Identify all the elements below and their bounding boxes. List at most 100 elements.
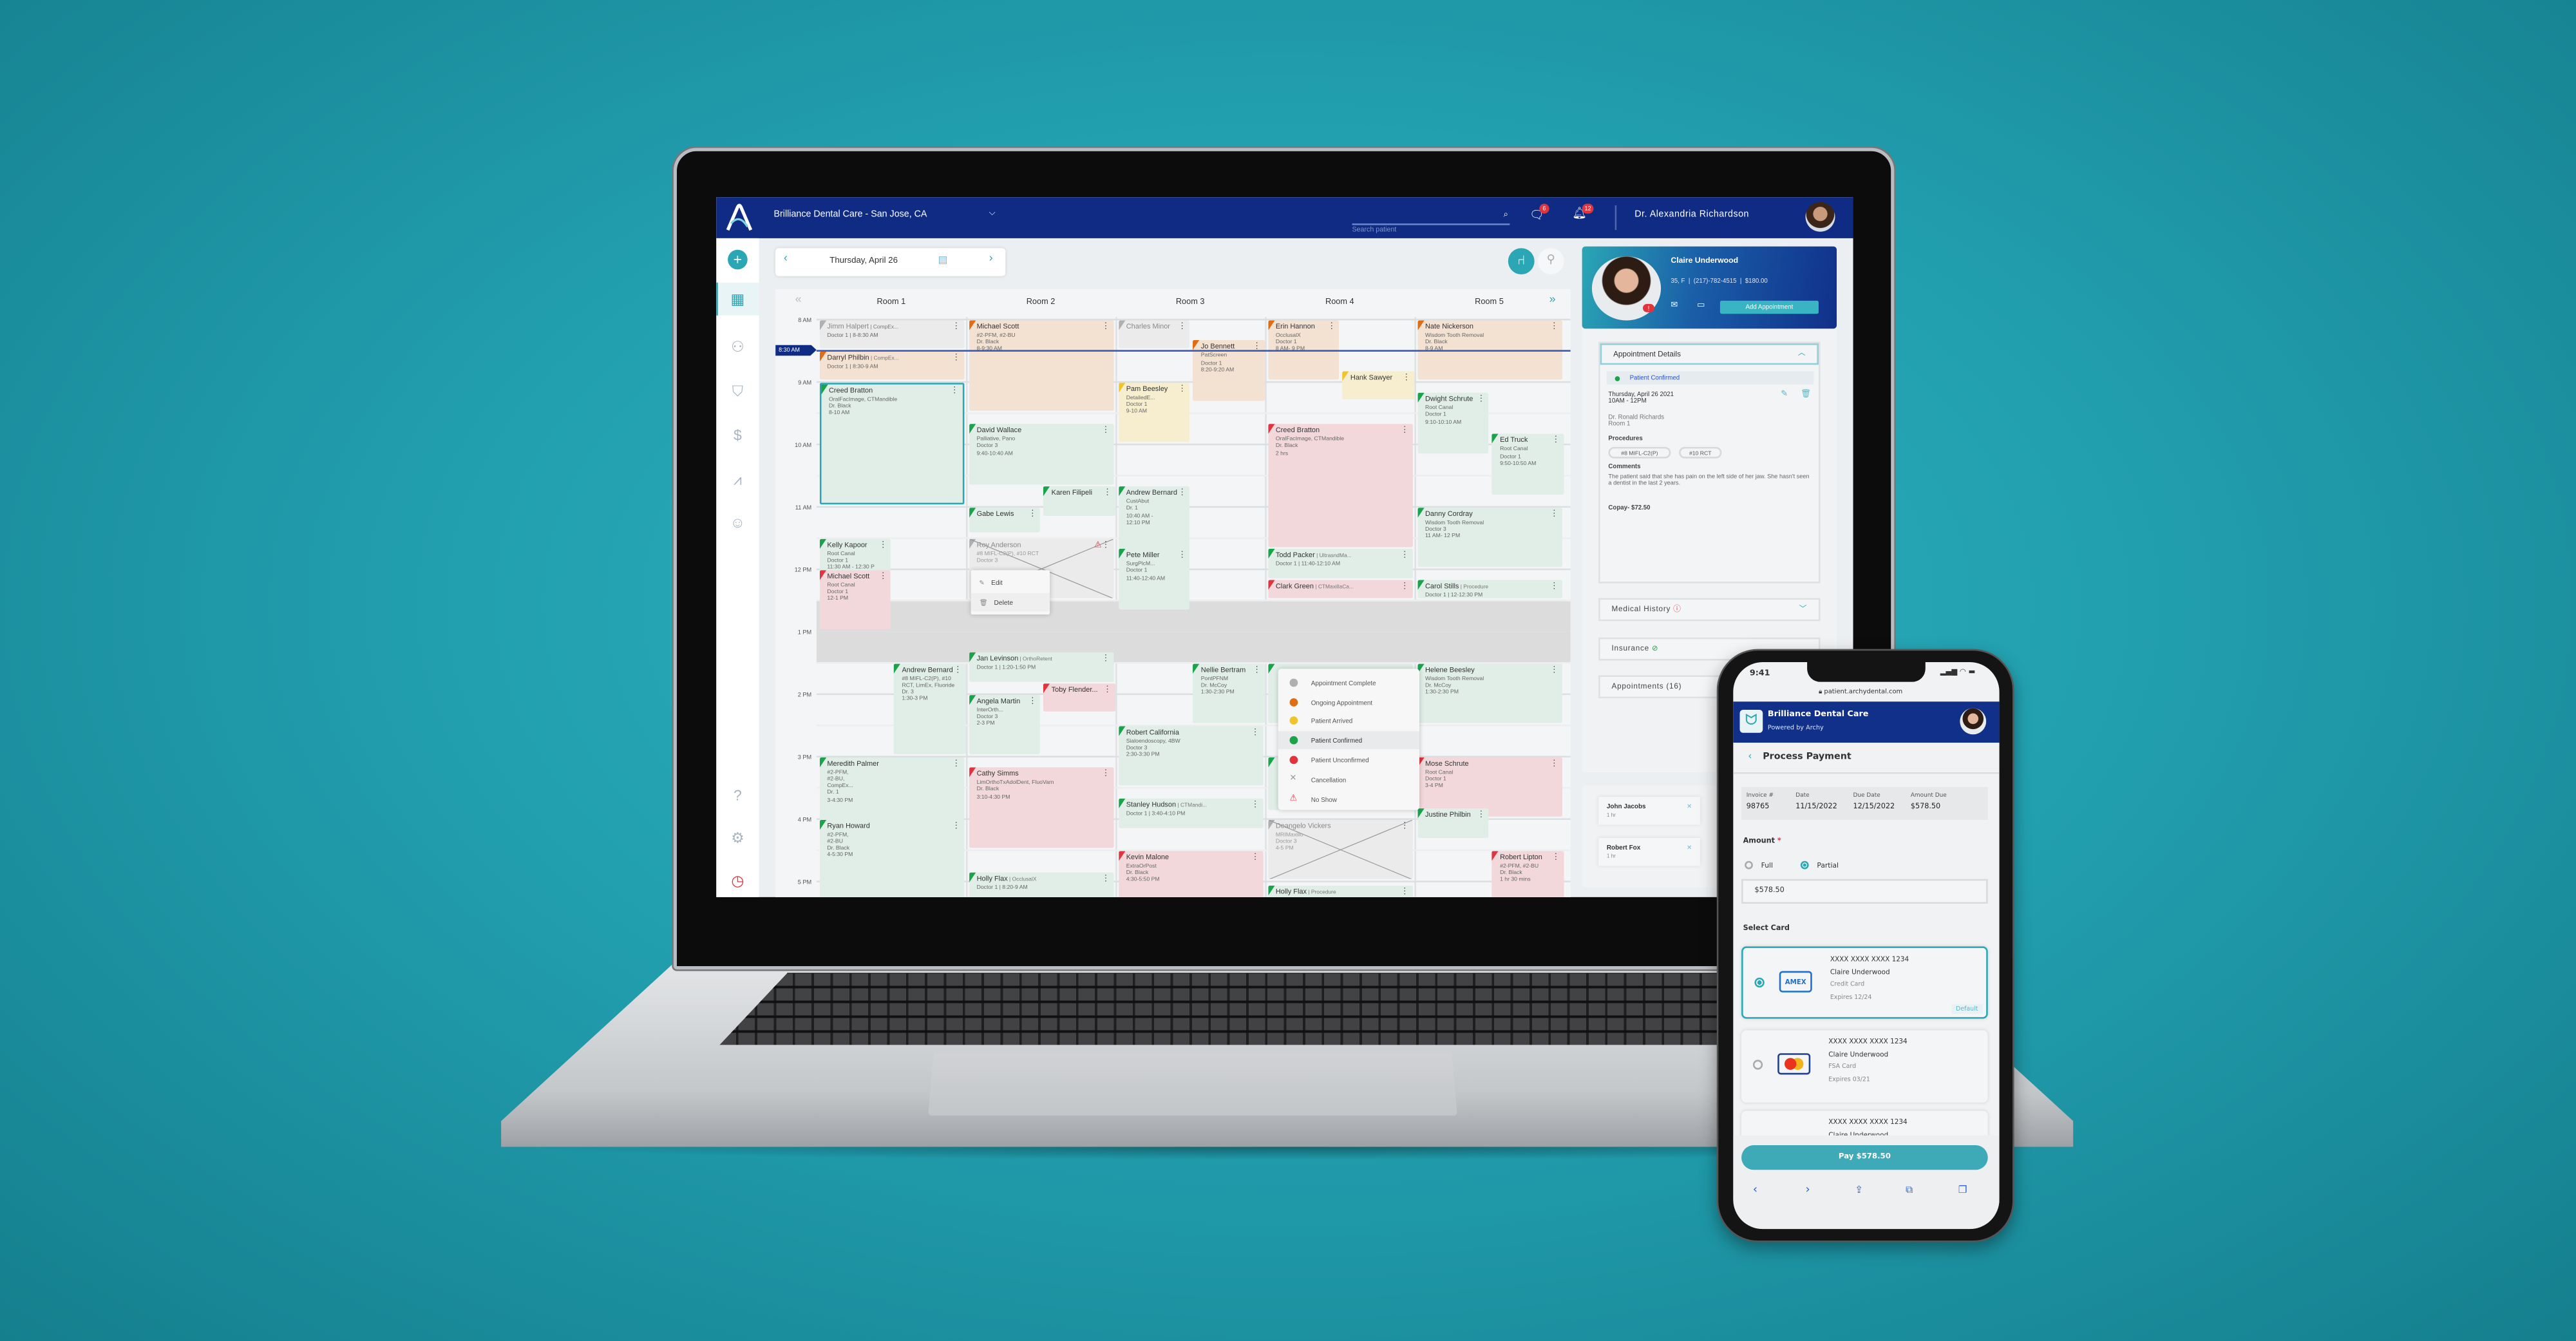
partial-radio[interactable]	[1800, 861, 1809, 870]
appointment-block[interactable]: Jimm Halpert | CompEx... ⋮ Doctor 1 | 8-8:…	[819, 319, 964, 349]
appointment-block[interactable]: Michael Scott ⋮ #2-PFM, #2-BU Dr. Black 8-9:…	[968, 319, 1113, 412]
shield-icon[interactable]: ⛉	[728, 381, 748, 401]
more-options-icon[interactable]: ⋮	[1251, 728, 1260, 737]
back-icon[interactable]: ‹	[1748, 751, 1752, 763]
more-options-icon[interactable]: ⋮	[1103, 490, 1112, 499]
more-options-icon[interactable]: ⋮	[1178, 551, 1186, 561]
more-options-icon[interactable]: ⋮	[1550, 759, 1558, 769]
patient-avatar[interactable]	[1960, 708, 1987, 735]
amount-input[interactable]: $578.50	[1741, 879, 1988, 904]
clock-icon[interactable]: ◷	[728, 871, 748, 891]
appointment-block[interactable]: Danny Cordray ⋮ Wisdom Tooth Removal Doctor…	[1417, 507, 1562, 567]
appointment-block[interactable]: Nellie Bertram ⋮ PontPFNM Dr. McCoy 1:30-2:3…	[1193, 663, 1264, 723]
more-options-icon[interactable]: ⋮	[1103, 687, 1112, 696]
appointment-details-header[interactable]: Appointment Details ︿	[1600, 343, 1819, 365]
add-appointment-button[interactable]: Add Appointment	[1719, 300, 1819, 314]
legend-item[interactable]: Patient Arrived	[1278, 712, 1419, 730]
appointment-block[interactable]: Ed Truck ⋮ Root Canal Doctor 1 9:50-10:50 AM	[1492, 434, 1564, 495]
appointment-block[interactable]: Creed Bratton ⋮ OralFacImage, CTMandible Dr…	[1267, 424, 1412, 547]
appointment-block[interactable]: Holly Flax | OcclusalX ⋮ Doctor 1 | 8:20-9…	[968, 872, 1113, 897]
appointment-block[interactable]: Darryl Philbin | CompEx... ⋮ Doctor 1 | 8:…	[819, 351, 964, 380]
appointment-block[interactable]: Robert California ⋮ Sialoendoscopy, 4BW Doc…	[1117, 726, 1263, 786]
bookmarks-icon[interactable]: ⧉	[1906, 1184, 1913, 1197]
more-options-icon[interactable]: ⋮	[952, 323, 960, 332]
more-options-icon[interactable]: ⋮	[1178, 323, 1186, 332]
more-options-icon[interactable]: ⋮	[1550, 323, 1558, 332]
help-icon[interactable]: ?	[728, 785, 748, 805]
chevron-up-icon[interactable]: ︿	[1798, 348, 1806, 358]
more-options-icon[interactable]: ⋮	[1251, 853, 1260, 862]
dental-chair-view-button[interactable]: ⑁	[1508, 248, 1535, 275]
more-options-icon[interactable]: ⋮	[1550, 583, 1558, 592]
waitlist-item[interactable]: John Jacobs 1 hr ✕	[1598, 797, 1701, 825]
more-options-icon[interactable]: ⋮	[1253, 666, 1261, 675]
date-label[interactable]: Thursday, April 26	[829, 256, 898, 266]
appointment-block[interactable]: Deangelo Vickers ⋮ MRIMaxillo Doctor 3 4-5 P…	[1267, 819, 1412, 880]
appointment-block[interactable]: Ryan Howard ⋮ #2-PFM, #2-BU Dr. Black 4-5:30 …	[819, 819, 964, 897]
more-options-icon[interactable]: ⋮	[952, 354, 960, 363]
appointment-block[interactable]: Carol Stills | Procedure ⋮ Doctor 1 | 12-1…	[1417, 580, 1562, 599]
context-menu-item-delete[interactable]: 🗑︎ Delete	[971, 593, 1050, 611]
appointment-block[interactable]: David Wallace ⋮ Palliative, Pano Doctor 3 9:…	[968, 424, 1113, 484]
browser-forward-icon[interactable]: ›	[1806, 1183, 1810, 1196]
calendar-icon[interactable]: ▦	[728, 289, 748, 309]
clinic-name[interactable]: Brilliance Dental Care - San Jose, CA	[774, 211, 927, 220]
appointment-block[interactable]: Holly Flax | Procedure ⋮	[1267, 885, 1412, 897]
appointment-block[interactable]: Hank Sawyer ⋮	[1342, 372, 1414, 399]
appointment-block[interactable]: Kevin Malone ⋮ ExtraOrPost Dr. Black 4:30-5:…	[1117, 850, 1263, 897]
selected-radio[interactable]	[1754, 977, 1765, 988]
more-options-icon[interactable]: ⋮	[879, 573, 887, 582]
more-options-icon[interactable]: ⋮	[1401, 551, 1409, 561]
archy-logo-icon[interactable]	[724, 204, 754, 231]
prev-rooms-icon[interactable]: «	[795, 294, 802, 306]
message-icon[interactable]: ▭	[1697, 301, 1705, 310]
appointment-block[interactable]: Helene Beesley ⋮ Wisdom Tooth Removal Dr. M…	[1417, 663, 1562, 723]
more-options-icon[interactable]: ⋮	[1401, 888, 1409, 897]
more-options-icon[interactable]: ⋮	[1401, 427, 1409, 436]
more-options-icon[interactable]: ⋮	[1477, 395, 1485, 404]
legend-item[interactable]: Ongoing Appointment	[1278, 692, 1419, 710]
provider-view-button[interactable]: ⚲	[1537, 248, 1564, 275]
staff-icon[interactable]: ☺	[728, 513, 748, 533]
more-options-icon[interactable]: ⋮	[1401, 822, 1409, 832]
search-input[interactable]: Search patient ⌕	[1352, 211, 1510, 233]
appointment-block[interactable]: Robert Lipton ⋮ #2-PFM, #2-BU Dr. Black 1 hr…	[1492, 850, 1564, 897]
more-options-icon[interactable]: ⋮	[1477, 812, 1485, 821]
appointment-block[interactable]: Michael Scott ⋮ Root Canal Doctor 1 12-1 PM	[819, 569, 891, 630]
context-menu-item-edit[interactable]: ✎ Edit	[971, 573, 1050, 591]
more-options-icon[interactable]: ⋮	[1551, 853, 1560, 862]
next-day-button[interactable]: ›	[989, 253, 993, 265]
more-options-icon[interactable]: ⋮	[1178, 385, 1186, 394]
more-options-icon[interactable]: ⋮	[1101, 323, 1110, 332]
prev-day-button[interactable]: ‹	[784, 253, 788, 265]
calendar-icon[interactable]: ▤	[938, 254, 947, 266]
url-bar[interactable]: 🔒︎ patient.archydental.com	[1819, 687, 1902, 695]
legend-item[interactable]: ⚠ No Show	[1278, 790, 1419, 808]
payment-card[interactable]: AMEX XXXX XXXX XXXX 1234 Claire Underwood C…	[1741, 946, 1988, 1019]
waitlist-item[interactable]: Robert Fox 1 hr ✕	[1598, 838, 1701, 866]
chevron-down-icon[interactable]: ﹀	[1799, 605, 1808, 614]
appointment-block[interactable]: Karen Filipeli ⋮	[1043, 486, 1115, 516]
chevron-down-icon[interactable]: ⌵	[989, 209, 996, 218]
appointment-block[interactable]: Jan Levinson | OrthoRetent ⋮ Doctor 1 | 1:…	[968, 652, 1113, 681]
more-options-icon[interactable]: ⋮	[951, 386, 959, 396]
appointment-block[interactable]: Pam Beesley ⋮ DetailedE... Doctor 1 9-10 AM	[1117, 382, 1189, 442]
user-avatar[interactable]	[1805, 202, 1835, 232]
legend-item[interactable]: Patient Confirmed	[1278, 731, 1420, 750]
appointment-block[interactable]: Toby Flender... ⋮	[1043, 684, 1115, 711]
add-icon[interactable]: +	[728, 249, 748, 270]
appointment-block[interactable]: Angela Martin ⋮ InterOrth... Doctor 3 2-3 PM	[968, 694, 1040, 755]
email-icon[interactable]: ✉	[1671, 301, 1678, 310]
payment-card[interactable]: XXXX XXXX XXXX 1234 Claire Underwood FSA C…	[1741, 1030, 1988, 1103]
browser-back-icon[interactable]: ‹	[1753, 1183, 1757, 1196]
appointment-block[interactable]: Charles Minor ⋮	[1117, 319, 1189, 349]
appointment-block[interactable]: Clark Green | CTMaxillaCa... ⋮	[1267, 580, 1412, 599]
appointment-block[interactable]: Dwight Schrute ⋮ Root Canal Doctor 1 9:10-10…	[1417, 393, 1489, 453]
more-options-icon[interactable]: ⋮	[1402, 374, 1410, 383]
appointment-block[interactable]: Gabe Lewis ⋮	[968, 507, 1040, 533]
more-options-icon[interactable]: ⋮	[1178, 490, 1186, 499]
more-options-icon[interactable]: ⋮	[952, 822, 960, 832]
appointment-block[interactable]: Creed Bratton ⋮ OralFacImage, CTMandible Dr…	[819, 382, 964, 505]
appointment-block[interactable]: Stanley Hudson | CTMandi... ⋮ Doctor 1 | 3…	[1117, 799, 1263, 828]
legend-item[interactable]: ✕ Cancellation	[1278, 770, 1419, 788]
